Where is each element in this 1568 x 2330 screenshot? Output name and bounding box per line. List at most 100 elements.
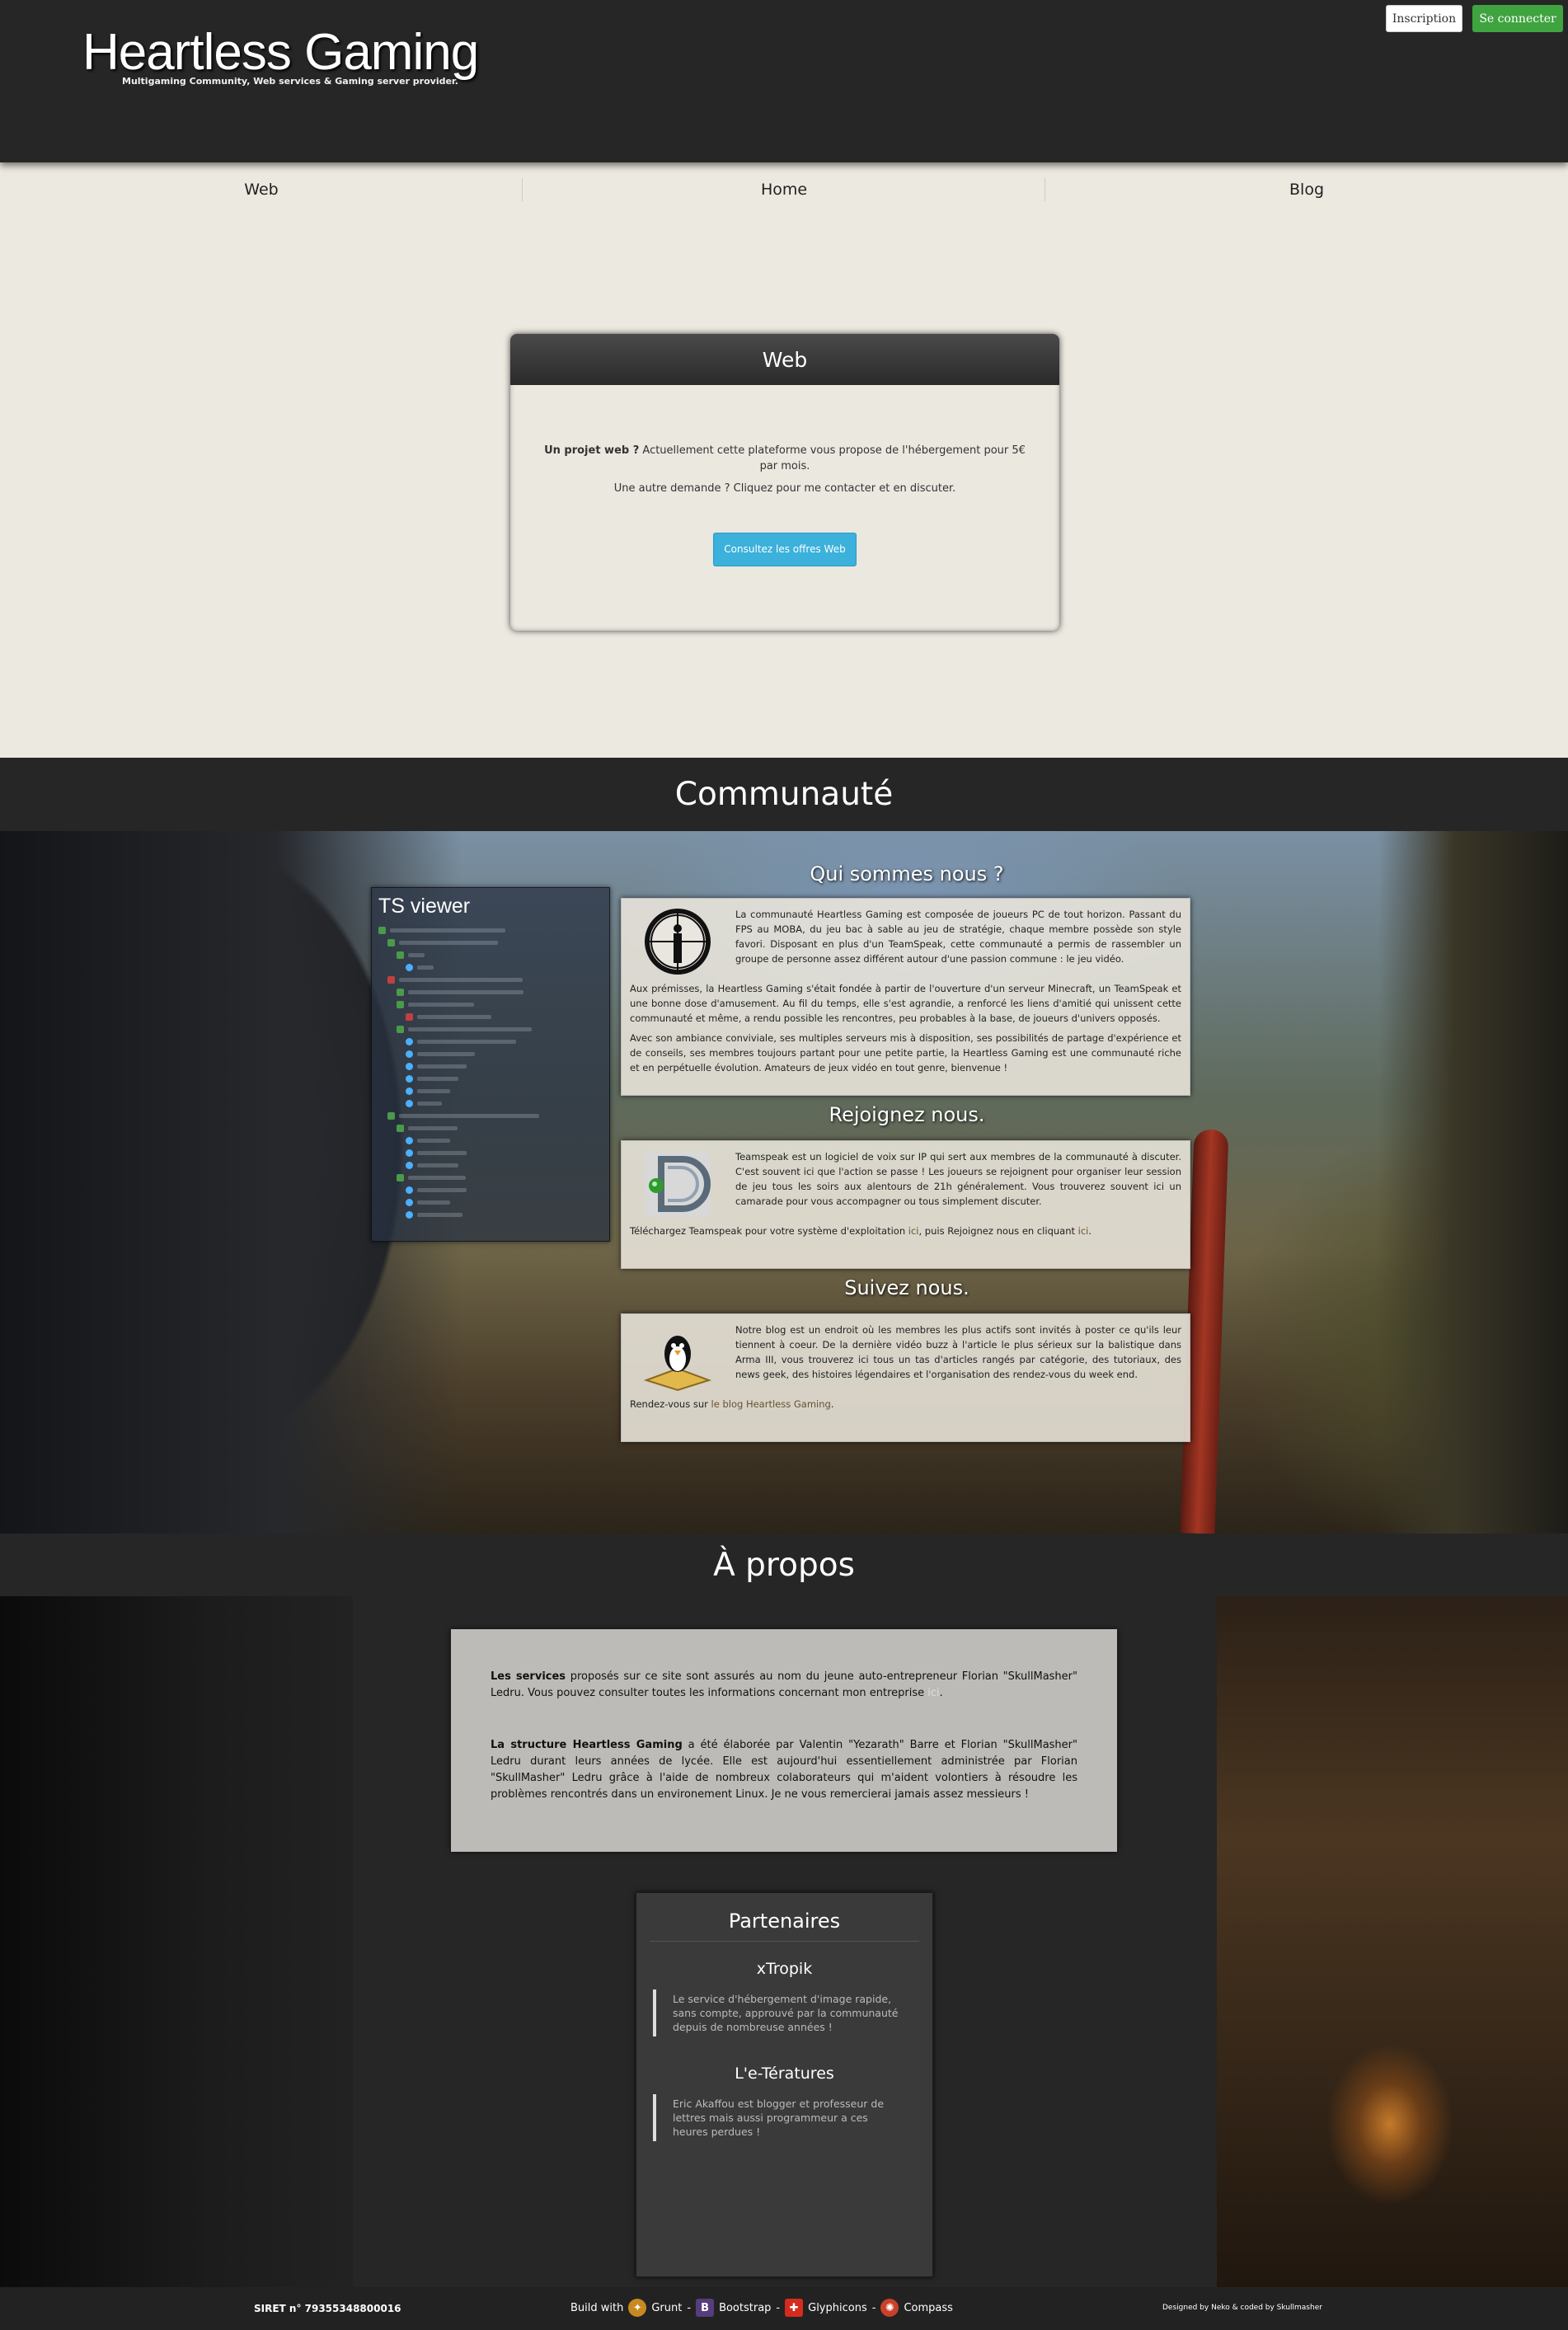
ts-tree-row[interactable] bbox=[378, 1197, 603, 1207]
channel-icon bbox=[397, 1173, 404, 1181]
ts-tree-row[interactable] bbox=[378, 1036, 603, 1046]
follow-us-blog-prefix: Rendez-vous sur bbox=[630, 1398, 711, 1410]
ts-tree-label bbox=[417, 1150, 467, 1155]
ts-tree-row[interactable] bbox=[378, 999, 603, 1009]
ts-tree-label bbox=[417, 1076, 458, 1081]
user-status-icon bbox=[406, 1198, 413, 1206]
compass-link[interactable]: Compass bbox=[904, 2302, 952, 2314]
about-structure-bold: La structure Heartless Gaming bbox=[491, 1739, 683, 1751]
channel-icon bbox=[406, 1012, 413, 1021]
about-us-text-3: Avec son ambiance conviviale, ses multip… bbox=[630, 1032, 1181, 1073]
ts-tree-row[interactable] bbox=[378, 1073, 603, 1083]
designed-by: Designed by Neko & coded by Skullmasher bbox=[1162, 2304, 1322, 2312]
bootstrap-link[interactable]: Bootstrap bbox=[719, 2302, 771, 2314]
ts-tree-label bbox=[408, 1175, 466, 1180]
partner-name[interactable]: xTropik bbox=[636, 1960, 932, 1978]
user-status-icon bbox=[406, 1037, 413, 1045]
ts-tree-row[interactable] bbox=[378, 1061, 603, 1071]
ts-tree-row[interactable] bbox=[378, 1098, 603, 1108]
nav-item-blog[interactable]: Blog bbox=[1045, 165, 1568, 214]
grunt-link[interactable]: Grunt bbox=[651, 2302, 682, 2314]
web-offer-rest: Actuellement cette plateforme vous propo… bbox=[639, 444, 1026, 472]
ts-tree-label bbox=[399, 1113, 539, 1118]
channel-icon bbox=[397, 951, 404, 959]
join-us-download-end: . bbox=[1088, 1225, 1092, 1237]
channel-icon bbox=[397, 988, 404, 996]
web-offers-button[interactable]: Consultez les offres Web bbox=[713, 533, 857, 566]
site-logo[interactable]: Heartless Gaming bbox=[82, 23, 479, 82]
signup-button[interactable]: Inscription bbox=[1386, 5, 1462, 32]
partner-name[interactable]: L'e-Tératures bbox=[636, 2065, 932, 2083]
glyphicons-link[interactable]: Glyphicons bbox=[808, 2302, 867, 2314]
ts-viewer: TS viewer bbox=[371, 887, 610, 1242]
ts-tree-row[interactable] bbox=[378, 962, 603, 972]
ts-tree-row[interactable] bbox=[378, 1049, 603, 1059]
join-us-text-1: Teamspeak est un logiciel de voix sur IP… bbox=[735, 1151, 1181, 1207]
ts-tree-label bbox=[417, 1138, 450, 1143]
ts-tree-row[interactable] bbox=[378, 987, 603, 997]
join-us-title: Rejoignez nous. bbox=[829, 1103, 985, 1126]
ts-tree-row[interactable] bbox=[378, 1185, 603, 1195]
channel-icon bbox=[397, 1124, 404, 1132]
ts-tree-row[interactable] bbox=[378, 1086, 603, 1096]
web-offer-text: Un projet web ? Actuellement cette plate… bbox=[543, 443, 1026, 474]
ts-tree-row[interactable] bbox=[378, 1172, 603, 1182]
about-structure-text: La structure Heartless Gaming a été élab… bbox=[491, 1737, 1077, 1803]
nav-item-home[interactable]: Home bbox=[523, 165, 1045, 214]
glyphicons-icon: ✚ bbox=[785, 2299, 804, 2317]
channel-icon bbox=[387, 938, 395, 947]
ts-tree-label bbox=[417, 1163, 458, 1167]
ts-tree-label bbox=[417, 1200, 450, 1205]
main-nav: Web Home Blog bbox=[0, 165, 1568, 214]
company-info-link[interactable]: ici bbox=[927, 1687, 939, 1699]
ts-tree-row[interactable] bbox=[378, 1135, 603, 1145]
ts-tree-row[interactable] bbox=[378, 1012, 603, 1022]
ts-viewer-title: TS viewer bbox=[378, 895, 471, 918]
channel-icon bbox=[387, 975, 395, 984]
build-with-label: Build with bbox=[570, 2301, 624, 2314]
download-teamspeak-link[interactable]: ici bbox=[908, 1225, 919, 1237]
login-button[interactable]: Se connecter bbox=[1472, 5, 1563, 32]
ts-tree-row[interactable] bbox=[378, 1024, 603, 1034]
about-services-rest: proposés sur ce site sont assurés au nom… bbox=[491, 1670, 1077, 1699]
ts-tree-row[interactable] bbox=[378, 1111, 603, 1120]
partners-title: Partenaires bbox=[650, 1910, 919, 1942]
ts-tree-label bbox=[408, 1026, 532, 1031]
about-services-text: Les services proposés sur ce site sont a… bbox=[491, 1669, 1077, 1702]
nav-item-web[interactable]: Web bbox=[0, 165, 523, 214]
teamspeak-icon bbox=[645, 1151, 711, 1217]
ts-viewer-tree[interactable] bbox=[372, 918, 609, 1228]
user-status-icon bbox=[406, 1210, 413, 1219]
partner-description: Eric Akaffou est blogger et professeur d… bbox=[653, 2094, 906, 2141]
ts-tree-row[interactable] bbox=[378, 925, 603, 935]
join-teamspeak-link[interactable]: ici bbox=[1078, 1225, 1089, 1237]
community-heading: Communauté bbox=[0, 758, 1568, 831]
ts-tree-row[interactable] bbox=[378, 1210, 603, 1219]
ts-tree-row[interactable] bbox=[378, 937, 603, 947]
follow-us-text-1: Notre blog est un endroit où les membres… bbox=[735, 1324, 1181, 1380]
ts-tree-label bbox=[417, 1039, 516, 1044]
follow-us-panel: Notre blog est un endroit où les membres… bbox=[621, 1313, 1190, 1442]
ts-tree-row[interactable] bbox=[378, 975, 603, 984]
ts-tree-row[interactable] bbox=[378, 950, 603, 960]
about-us-panel: La communauté Heartless Gaming est compo… bbox=[621, 898, 1190, 1096]
ts-tree-label bbox=[408, 952, 425, 957]
blog-link[interactable]: le blog Heartless Gaming bbox=[711, 1398, 831, 1410]
bootstrap-icon: B bbox=[696, 2299, 715, 2317]
apropos-left-image bbox=[0, 1596, 353, 2287]
join-us-download-prefix: Téléchargez Teamspeak pour votre système… bbox=[630, 1225, 908, 1237]
ts-tree-label bbox=[399, 977, 523, 982]
web-contact-text[interactable]: Une autre demande ? Cliquez pour me cont… bbox=[543, 481, 1026, 496]
ts-tree-label bbox=[417, 1088, 450, 1093]
user-status-icon bbox=[406, 963, 413, 971]
follow-us-blog-end: . bbox=[830, 1398, 834, 1410]
ts-tree-row[interactable] bbox=[378, 1148, 603, 1158]
ts-tree-row[interactable] bbox=[378, 1160, 603, 1170]
build-with: Build with ✦ Grunt - B Bootstrap - ✚ Gly… bbox=[570, 2299, 953, 2317]
follow-us-blog-text: Rendez-vous sur le blog Heartless Gaming… bbox=[630, 1397, 1181, 1412]
ts-tree-row[interactable] bbox=[378, 1123, 603, 1133]
blog-penguin-icon bbox=[643, 1336, 712, 1392]
channel-icon bbox=[397, 1000, 404, 1008]
site-footer: SIRET n° 79355348800016 Build with ✦ Gru… bbox=[0, 2287, 1568, 2330]
user-status-icon bbox=[406, 1050, 413, 1058]
